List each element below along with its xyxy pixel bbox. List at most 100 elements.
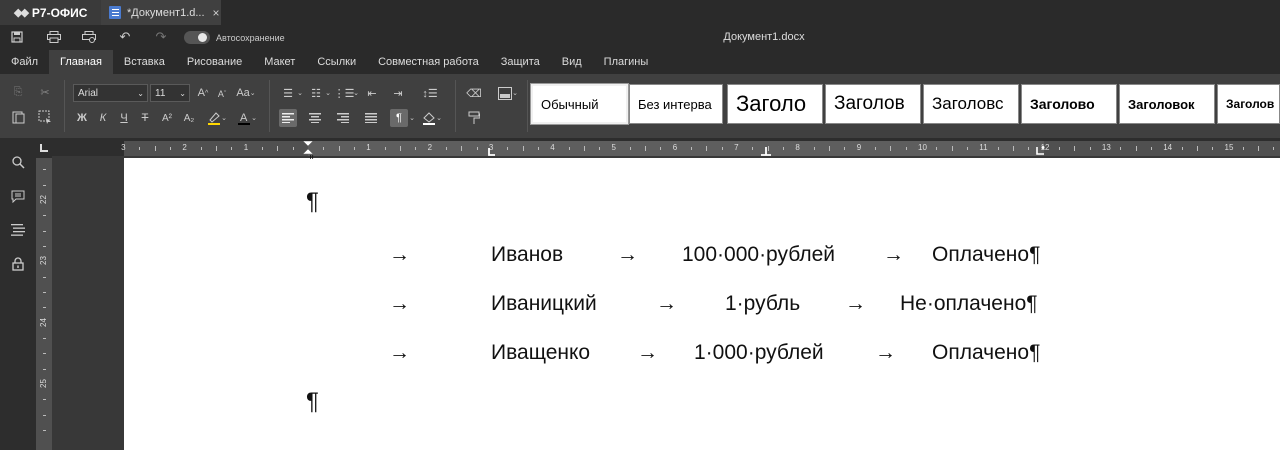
align-center-icon[interactable] xyxy=(306,109,324,127)
subscript-button[interactable]: A₂ xyxy=(180,109,198,127)
align-left-icon[interactable] xyxy=(279,109,297,127)
row-amount: 100·000·рублей xyxy=(682,243,835,266)
font-color-button[interactable]: A ⌄ xyxy=(233,109,261,127)
superscript-button[interactable]: A² xyxy=(158,109,176,127)
window-title: Документ1.docx xyxy=(723,31,805,43)
tab-arrow: → xyxy=(845,292,866,315)
navigation-icon[interactable] xyxy=(10,222,26,238)
style-heading-1[interactable]: Заголо xyxy=(727,84,823,124)
highlight-color-button[interactable]: ⌄ xyxy=(203,109,231,127)
horizontal-ruler[interactable]: 3 2 1 1 2 3 4 5 6 7 8 9 10 11 12 13 14 15 xyxy=(121,141,1280,156)
copy-icon[interactable]: ⎘ xyxy=(10,84,26,100)
tab-plugins[interactable]: Плагины xyxy=(593,50,660,74)
tab-stop-selector[interactable] xyxy=(36,140,52,156)
ruler-tick xyxy=(43,276,46,278)
chevron-down-icon[interactable]: ⌄ xyxy=(296,84,304,102)
app-logo[interactable]: ◆◆ Р7-ОФИС xyxy=(0,0,101,25)
style-heading-4[interactable]: Заголово xyxy=(1021,84,1117,124)
tab-view[interactable]: Вид xyxy=(551,50,593,74)
style-no-spacing[interactable]: Без интерва xyxy=(629,84,723,124)
tab-stop-center-marker[interactable] xyxy=(761,147,771,156)
multilevel-list-icon[interactable]: ⋮☰ xyxy=(334,84,355,102)
style-heading-2[interactable]: Заголов xyxy=(825,84,921,124)
color-scheme-icon[interactable]: ⌄ xyxy=(495,84,521,102)
style-heading-3[interactable]: Заголовс xyxy=(923,84,1019,124)
strikethrough-button[interactable]: Т xyxy=(137,109,153,127)
right-indent-marker[interactable] xyxy=(1036,145,1046,156)
nonprinting-characters-icon[interactable]: ¶ xyxy=(390,109,408,127)
align-right-icon[interactable] xyxy=(334,109,352,127)
ruler-number: 24 xyxy=(38,317,48,327)
ruler-tick xyxy=(43,368,46,370)
tab-stop-left-marker[interactable] xyxy=(488,148,496,156)
style-heading-6[interactable]: Заголов xyxy=(1217,84,1280,124)
italic-button[interactable]: К xyxy=(95,109,111,127)
tab-arrow: → xyxy=(883,243,904,266)
style-normal[interactable]: Обычный xyxy=(530,83,629,125)
close-tab-icon[interactable]: × xyxy=(213,6,220,20)
clear-style-icon[interactable]: ⌫ xyxy=(465,84,483,102)
ruler-number: 3 xyxy=(121,143,126,152)
copy-style-icon[interactable] xyxy=(465,109,483,127)
chevron-down-icon[interactable]: ⌄ xyxy=(408,109,416,127)
font-name-value: Arial xyxy=(78,87,99,99)
select-all-icon[interactable] xyxy=(37,109,53,125)
shrink-font-button[interactable]: Aˇ xyxy=(215,86,229,102)
ruler-number: 2 xyxy=(427,143,433,152)
decrease-indent-icon[interactable]: ⇤ xyxy=(364,84,380,102)
separator xyxy=(64,80,65,132)
chevron-down-icon[interactable]: ⌄ xyxy=(352,84,360,102)
tab-arrow: → xyxy=(617,243,638,266)
ruler-tick xyxy=(1074,146,1076,151)
tab-protection[interactable]: Защита xyxy=(490,50,551,74)
grow-font-button[interactable]: A ^ xyxy=(195,84,211,102)
bold-button[interactable]: Ж xyxy=(74,109,90,127)
vertical-ruler[interactable]: 22 23 24 25 xyxy=(36,158,52,450)
tab-home[interactable]: Главная xyxy=(49,50,113,74)
ruler-tick xyxy=(139,147,141,150)
ribbon-tabs: Файл Главная Вставка Рисование Макет Ссы… xyxy=(0,50,1280,74)
chevron-down-icon: ⌄ xyxy=(137,88,144,98)
tab-draw[interactable]: Рисование xyxy=(176,50,253,74)
ruler-tick xyxy=(1212,147,1214,150)
ruler-number: 9 xyxy=(856,143,862,152)
comments-icon[interactable] xyxy=(10,188,26,204)
first-line-indent-marker[interactable] xyxy=(302,141,314,156)
ruler-tick xyxy=(353,147,355,150)
font-size-select[interactable]: 11 ⌄ xyxy=(150,84,190,102)
search-icon[interactable] xyxy=(10,154,26,170)
paste-icon[interactable] xyxy=(10,109,26,125)
document-tab[interactable]: *Документ1.d... × xyxy=(101,0,221,25)
logo-icon: ◆◆ xyxy=(14,7,29,19)
tab-file[interactable]: Файл xyxy=(0,50,49,74)
font-name-select[interactable]: Arial ⌄ xyxy=(73,84,148,102)
cut-icon[interactable]: ✂ xyxy=(37,84,53,100)
tab-references[interactable]: Ссылки xyxy=(306,50,367,74)
ruler-tick xyxy=(43,307,46,309)
style-heading-5[interactable]: Заголовок xyxy=(1119,84,1215,124)
ruler-tick xyxy=(200,147,202,150)
app-name: Р7-ОФИС xyxy=(31,5,88,20)
change-case-button[interactable]: Aa ⌄ xyxy=(234,84,258,102)
ruler-tick xyxy=(399,146,401,151)
tab-insert[interactable]: Вставка xyxy=(113,50,176,74)
justify-icon[interactable] xyxy=(362,109,380,127)
tab-collaboration[interactable]: Совместная работа xyxy=(367,50,490,74)
underline-button[interactable]: Ч xyxy=(116,109,132,127)
ruler-tick xyxy=(951,146,953,151)
increase-indent-icon[interactable]: ⇥ xyxy=(390,84,406,102)
row-amount: 1·рубль xyxy=(725,292,801,315)
chevron-down-icon[interactable]: ⌄ xyxy=(324,84,332,102)
ruler-tick xyxy=(1242,147,1244,150)
ruler-tick xyxy=(583,146,585,151)
shading-color-icon[interactable]: ⌄ xyxy=(418,109,446,127)
ruler-tick xyxy=(323,147,325,150)
document-page[interactable]: ¶ ¶ → Иванов → 100·000·рублей → Оплачено… xyxy=(124,155,1280,450)
tab-layout[interactable]: Макет xyxy=(253,50,306,74)
lock-icon[interactable] xyxy=(10,256,26,272)
ruler-tick xyxy=(997,147,999,150)
bullet-list-icon[interactable]: ☰ xyxy=(280,84,296,102)
ruler-tick xyxy=(384,147,386,150)
numbered-list-icon[interactable]: ☷ xyxy=(308,84,324,102)
line-spacing-icon[interactable]: ↕☰ xyxy=(418,84,442,102)
